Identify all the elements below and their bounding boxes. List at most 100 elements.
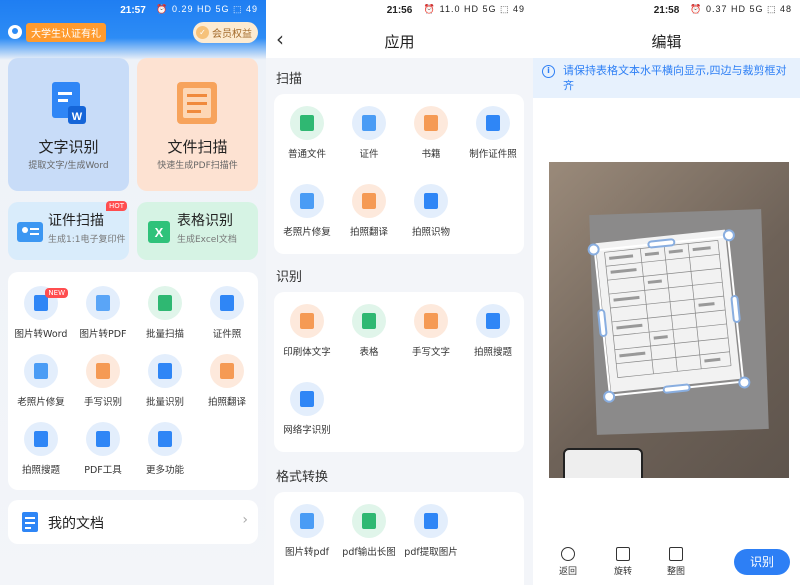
app-label: 制作证件照 (469, 149, 517, 160)
new-badge: NEW (45, 288, 68, 298)
feature-label: 拍照翻译 (207, 397, 246, 408)
feature-more[interactable]: 更多功能 (134, 422, 196, 476)
feature-image-to-word[interactable]: 图片转Word NEW (10, 286, 72, 340)
app-normal-file[interactable]: 普通文件 (276, 106, 338, 160)
feature-photo-search[interactable]: 拍照搜题 (10, 422, 72, 476)
excel-icon: X (148, 221, 170, 243)
hint-text: 请保持表格文本水平横向显示,四边与裁剪框对齐 (563, 64, 787, 92)
app-label: 证件 (359, 149, 379, 160)
my-documents-label: 我的文档 (48, 516, 104, 532)
camera-icon (476, 304, 510, 338)
feature-label: 图片转PDF (79, 329, 127, 340)
app-label: 图片转pdf (285, 547, 329, 558)
crown-icon: ✓ (196, 26, 209, 39)
crop-frame[interactable] (587, 228, 751, 404)
app-web-text[interactable]: 网络字识别 (276, 382, 338, 436)
feature-pdf-tools[interactable]: PDF工具 (72, 422, 134, 476)
student-promo[interactable]: 大学生认证有礼 (8, 22, 106, 42)
app-photo-search[interactable]: 拍照搜题 (462, 304, 524, 358)
app-label: 手写文字 (411, 347, 450, 358)
feature-label: 批量识别 (145, 397, 184, 408)
app-label: 网络字识别 (283, 425, 331, 436)
app-label: pdf提取图片 (404, 547, 458, 558)
card-title: 文字识别 (38, 138, 99, 156)
app-photo-translate[interactable]: 拍照翻译 (338, 184, 400, 238)
feature-photo-translate[interactable]: 拍照翻译 (196, 354, 258, 408)
text-t-icon (290, 304, 324, 338)
vip-benefits-button[interactable]: ✓ 会员权益 (193, 22, 258, 43)
promo-tag[interactable]: 大学生认证有礼 (26, 22, 106, 42)
extract-image-icon (414, 504, 448, 538)
app-label: 普通文件 (287, 149, 326, 160)
feature-grid: 图片转Word NEW 图片转PDF 批量扫描 证件照 老照片修复 手写识别 批… (8, 272, 258, 490)
info-icon: i (542, 65, 555, 78)
app-pdf-extract-image[interactable]: pdf提取图片 (400, 504, 462, 558)
id-card-icon (17, 222, 43, 242)
app-label: 表格 (359, 347, 379, 358)
full-image-icon (669, 547, 683, 561)
object-scan-icon (414, 184, 448, 218)
file-scan-card[interactable]: 文件扫描 快速生成PDF扫描件 (137, 58, 258, 191)
feature-label: PDF工具 (84, 465, 122, 476)
convert-apps-box: 图片转pdf pdf输出长图 pdf提取图片 (274, 492, 524, 585)
rotate-label: 旋转 (613, 567, 632, 577)
app-certificate[interactable]: 证件 (338, 106, 400, 160)
photo-restore-icon (24, 354, 58, 388)
crop-handle-left[interactable] (596, 308, 608, 338)
crop-handle-top-left[interactable] (587, 242, 601, 257)
svg-text:W: W (72, 111, 83, 123)
image-pdf-icon (290, 504, 324, 538)
app-photo-restore[interactable]: 老照片修复 (276, 184, 338, 238)
back-button[interactable]: 返回 (553, 547, 583, 577)
feature-handwriting[interactable]: 手写识别 (72, 354, 134, 408)
status-bar: 21:57 ⏰ 0.29 HD 5G ⬚ 49 (0, 0, 266, 22)
app-label: 拍照翻译 (349, 227, 388, 238)
toolbox-icon (86, 422, 120, 456)
rotate-icon (616, 547, 630, 561)
edit-header: 编辑 (533, 22, 800, 58)
rotate-button[interactable]: 旋转 (608, 547, 638, 577)
app-handwriting[interactable]: 手写文字 (400, 304, 462, 358)
id-scan-card[interactable]: 证件扫描 生成1:1电子复印件 HOT (8, 201, 129, 260)
table-recognition-card[interactable]: X 表格识别 生成Excel文档 (137, 202, 258, 260)
my-documents-row[interactable]: 我的文档 › (8, 500, 258, 544)
app-book[interactable]: 书籍 (400, 106, 462, 160)
feature-batch-scan[interactable]: 批量扫描 (134, 286, 196, 340)
recognize-button[interactable]: 识别 (734, 549, 790, 575)
status-icons: ⏰ 11.0 HD 5G ⬚ 49 (423, 4, 525, 14)
batch-scan-icon (148, 286, 182, 320)
recognize-apps-box: 印刷体文字 表格 手写文字 拍照搜题 网络字识别 (274, 292, 524, 452)
batch-recognize-icon (148, 354, 182, 388)
feature-id-photo[interactable]: 证件照 (196, 286, 258, 340)
text-recognition-card[interactable]: W 文字识别 提取文字/生成Word (8, 58, 129, 191)
full-image-button[interactable]: 整图 (661, 547, 691, 577)
alignment-hint: i 请保持表格文本水平横向显示,四边与裁剪框对齐 (533, 58, 800, 98)
avatar-icon[interactable] (8, 25, 22, 39)
feature-image-to-pdf[interactable]: 图片转PDF (72, 286, 134, 340)
edit-screen: 21:58 ⏰ 0.37 HD 5G ⬚ 48 编辑 i 请保持表格文本水平横向… (533, 0, 800, 585)
app-print-text[interactable]: 印刷体文字 (276, 304, 338, 358)
full-image-label: 整图 (666, 567, 685, 577)
app-label: 印刷体文字 (283, 347, 331, 358)
app-label: 书籍 (421, 149, 441, 160)
card-subtitle: 生成Excel文档 (177, 235, 237, 245)
card-title: 文件扫描 (167, 138, 228, 156)
feature-batch-recognize[interactable]: 批量识别 (134, 354, 196, 408)
status-bar: 21:58 ⏰ 0.37 HD 5G ⬚ 48 (533, 0, 800, 22)
app-table[interactable]: 表格 (338, 304, 400, 358)
feature-photo-restore[interactable]: 老照片修复 (10, 354, 72, 408)
web-text-icon (290, 382, 324, 416)
page-title: 应用 (384, 33, 415, 51)
handwriting-icon (414, 304, 448, 338)
app-image-to-pdf[interactable]: 图片转pdf (276, 504, 338, 558)
crop-handle-top[interactable] (647, 237, 676, 249)
long-image-icon (352, 504, 386, 538)
feature-label: 批量扫描 (145, 329, 184, 340)
section-title-convert: 格式转换 (276, 470, 329, 485)
app-object-recognize[interactable]: 拍照识物 (400, 184, 462, 238)
app-pdf-long-image[interactable]: pdf输出长图 (338, 504, 400, 558)
card-subtitle: 快速生成PDF扫描件 (157, 161, 238, 171)
camera-icon (24, 422, 58, 456)
feature-label: 证件照 (212, 329, 242, 340)
app-make-id-photo[interactable]: 制作证件照 (462, 106, 524, 160)
